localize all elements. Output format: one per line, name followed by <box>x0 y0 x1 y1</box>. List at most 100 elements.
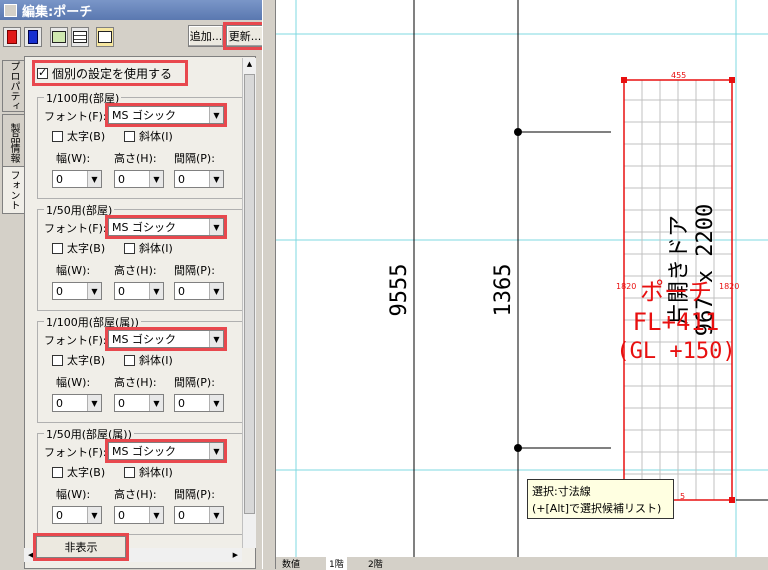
chevron-down-icon[interactable]: ▼ <box>87 171 101 187</box>
font-label: フォント(F): <box>44 222 107 235</box>
chevron-down-icon[interactable]: ▼ <box>87 283 101 299</box>
node-point-top[interactable] <box>514 128 522 136</box>
font-label: フォント(F): <box>44 446 107 459</box>
chevron-down-icon[interactable]: ▼ <box>209 395 223 411</box>
table-icon[interactable] <box>71 27 89 47</box>
chevron-down-icon[interactable]: ▼ <box>149 507 163 523</box>
vertical-scrollbar[interactable]: ▲ <box>242 58 256 548</box>
vertical-tabs: プロパティ 製品情報 フォント <box>0 58 24 569</box>
chevron-down-icon[interactable]: ▼ <box>87 395 101 411</box>
chevron-down-icon[interactable]: ▼ <box>209 219 223 235</box>
use-individual-checkbox[interactable]: 個別の設定を使用する <box>32 60 188 86</box>
tooltip-line-1: 選択:寸法線 <box>532 485 591 498</box>
font-value: MS ゴシック <box>112 109 176 122</box>
plan-drawing: 455 1820 1820 5 9555 1365 片開きドア 967 x 22… <box>276 0 768 557</box>
house-icon[interactable] <box>50 27 68 47</box>
font-label: フォント(F): <box>44 110 107 123</box>
node-point-bottom[interactable] <box>514 444 522 452</box>
chevron-down-icon[interactable]: ▼ <box>149 283 163 299</box>
tab-product-info[interactable]: 製品情報 <box>2 114 24 172</box>
dim-455: 455 <box>671 71 686 80</box>
tab-floor-2[interactable]: 2階 <box>368 557 383 570</box>
tab-floor-1[interactable]: 1階 <box>326 557 347 570</box>
bold-label: 太字(B) <box>67 242 106 255</box>
font-label: フォント(F): <box>44 334 107 347</box>
porch-name: ポーチ <box>640 278 712 306</box>
group-1100-room: 1/100用(部屋) フォント(F): MS ゴシック ▼ 太字(B) 斜体(I)… <box>37 90 251 199</box>
width-select[interactable]: 0 ▼ <box>52 170 102 188</box>
chevron-down-icon[interactable]: ▼ <box>209 443 223 459</box>
add-button[interactable]: 追加... <box>188 25 224 47</box>
dimension-1365[interactable]: 1365 <box>491 264 516 317</box>
height-select[interactable]: 0 ▼ <box>114 506 164 524</box>
scroll-right-icon[interactable]: ▶ <box>233 551 238 559</box>
splitter[interactable] <box>262 0 276 569</box>
hide-button[interactable]: 非表示 <box>33 533 129 561</box>
font-value: MS ゴシック <box>112 333 176 346</box>
spacing-select[interactable]: 0 ▼ <box>174 506 224 524</box>
height-select[interactable]: 0 ▼ <box>114 394 164 412</box>
spacing-select[interactable]: 0 ▼ <box>174 394 224 412</box>
bold-checkbox[interactable] <box>52 354 63 366</box>
dim-1820-left: 1820 <box>616 282 636 291</box>
height-select[interactable]: 0 ▼ <box>114 282 164 300</box>
width-select[interactable]: 0 ▼ <box>52 282 102 300</box>
bold-checkbox[interactable] <box>52 130 63 142</box>
group-150-room: 1/50用(部屋) フォント(F): MS ゴシック ▼ 太字(B) 斜体(I) … <box>37 202 251 311</box>
window-title: 編集:ポーチ <box>22 4 93 20</box>
width-label: 幅(W): <box>56 264 91 277</box>
spacing-label: 間隔(P): <box>174 152 215 165</box>
italic-checkbox[interactable] <box>124 466 135 478</box>
bold-checkbox[interactable] <box>52 466 63 478</box>
font-select[interactable]: MS ゴシック ▼ <box>105 215 227 239</box>
tab-font[interactable]: フォント <box>2 166 24 214</box>
edit-panel: 編集:ポーチ 追加... 更新... プロパティ 製品情報 フォント 個別の設定… <box>0 0 268 569</box>
checkbox-icon[interactable] <box>37 66 48 79</box>
chevron-down-icon[interactable]: ▼ <box>209 331 223 347</box>
chevron-down-icon[interactable]: ▼ <box>209 283 223 299</box>
ground-level: (GL +150) <box>616 339 735 364</box>
update-button[interactable]: 更新... <box>223 22 267 50</box>
dimension-9555[interactable]: 9555 <box>387 264 412 317</box>
spacing-select[interactable]: 0 ▼ <box>174 170 224 188</box>
spacing-label: 間隔(P): <box>174 488 215 501</box>
chevron-down-icon[interactable]: ▼ <box>209 507 223 523</box>
font-select[interactable]: MS ゴシック ▼ <box>105 439 227 463</box>
red-color-icon[interactable] <box>3 27 21 47</box>
chevron-down-icon[interactable]: ▼ <box>149 171 163 187</box>
spacing-select[interactable]: 0 ▼ <box>174 282 224 300</box>
title-bar: 編集:ポーチ <box>0 0 268 20</box>
italic-label: 斜体(I) <box>139 242 173 255</box>
tab-properties[interactable]: プロパティ <box>2 60 24 112</box>
bold-label: 太字(B) <box>67 354 106 367</box>
group-title: 1/50用(部屋) <box>44 202 115 218</box>
group-title: 1/50用(部屋(属)) <box>44 426 134 442</box>
height-select[interactable]: 0 ▼ <box>114 170 164 188</box>
chevron-down-icon[interactable]: ▼ <box>149 395 163 411</box>
font-select[interactable]: MS ゴシック ▼ <box>105 103 227 127</box>
blue-color-icon[interactable] <box>24 27 42 47</box>
chevron-down-icon[interactable]: ▼ <box>209 107 223 123</box>
edit-settings-icon[interactable] <box>96 27 114 47</box>
group-150-room-attr: 1/50用(部屋(属)) フォント(F): MS ゴシック ▼ 太字(B) 斜体(… <box>37 426 251 535</box>
tab-values[interactable]: 数値 <box>282 557 300 570</box>
scroll-up-icon[interactable]: ▲ <box>244 60 255 72</box>
floor-tabs: 数値 1階 2階 <box>276 557 768 570</box>
scroll-thumb[interactable] <box>244 74 255 514</box>
width-select[interactable]: 0 ▼ <box>52 394 102 412</box>
height-label: 高さ(H): <box>114 264 157 277</box>
bold-label: 太字(B) <box>67 130 106 143</box>
scroll-left-icon[interactable]: ◀ <box>28 551 33 559</box>
drawing-canvas[interactable]: 455 1820 1820 5 9555 1365 片開きドア 967 x 22… <box>276 0 768 557</box>
italic-checkbox[interactable] <box>124 130 135 142</box>
tooltip: 選択:寸法線 (+[Alt]で選択候補リスト) <box>527 479 674 519</box>
height-label: 高さ(H): <box>114 488 157 501</box>
chevron-down-icon[interactable]: ▼ <box>209 171 223 187</box>
italic-checkbox[interactable] <box>124 354 135 366</box>
bold-checkbox[interactable] <box>52 242 63 254</box>
font-select[interactable]: MS ゴシック ▼ <box>105 327 227 351</box>
italic-checkbox[interactable] <box>124 242 135 254</box>
width-select[interactable]: 0 ▼ <box>52 506 102 524</box>
chevron-down-icon[interactable]: ▼ <box>87 507 101 523</box>
italic-label: 斜体(I) <box>139 130 173 143</box>
